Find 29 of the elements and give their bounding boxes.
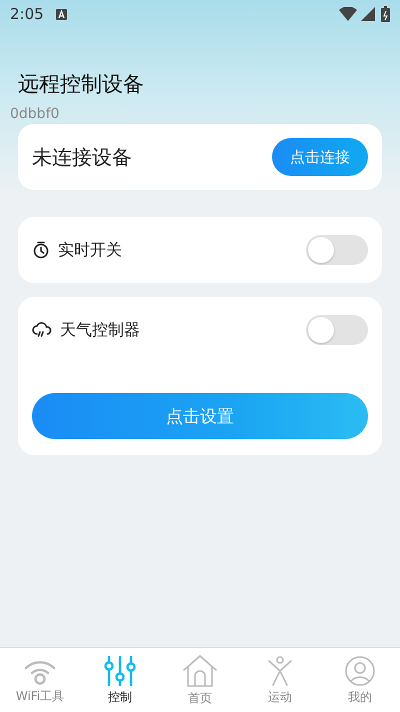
- toggle-switch[interactable]: [306, 315, 368, 345]
- debug-text: 0dbbf0: [10, 106, 60, 122]
- page-title: 远程控制设备: [18, 71, 145, 98]
- tab-label: 运动: [268, 688, 292, 706]
- sliders-icon: [103, 654, 137, 686]
- tab-item[interactable]: 首页: [160, 648, 240, 712]
- home-icon: [182, 654, 218, 688]
- tab-label: 首页: [188, 690, 212, 706]
- tab-label: 控制: [108, 688, 132, 706]
- switch-label: 实时开关: [58, 240, 122, 260]
- notification-icon: [56, 8, 67, 20]
- rain-cloud-icon: [32, 321, 52, 339]
- battery-icon: [381, 6, 390, 22]
- status-time: 2:05: [10, 5, 44, 23]
- cell-signal-icon: [361, 7, 375, 21]
- user-icon: [344, 654, 376, 686]
- switch-label: 天气控制器: [60, 320, 140, 340]
- tab-label: 我的: [348, 688, 372, 706]
- wifi-signal-icon: [339, 7, 357, 21]
- tab-item[interactable]: 控制: [80, 648, 160, 712]
- connection-status: 未连接设备: [32, 144, 132, 170]
- tab-item[interactable]: WiFi工具: [0, 648, 80, 712]
- tab-item[interactable]: 我的: [320, 648, 400, 712]
- timer-icon: [32, 241, 50, 259]
- tab-label: WiFi工具: [16, 688, 64, 704]
- tab-item[interactable]: 运动: [240, 648, 320, 712]
- connect-button[interactable]: 点击连接: [272, 138, 368, 176]
- settings-button[interactable]: 点击设置: [32, 393, 368, 439]
- toggle-switch[interactable]: [306, 235, 368, 265]
